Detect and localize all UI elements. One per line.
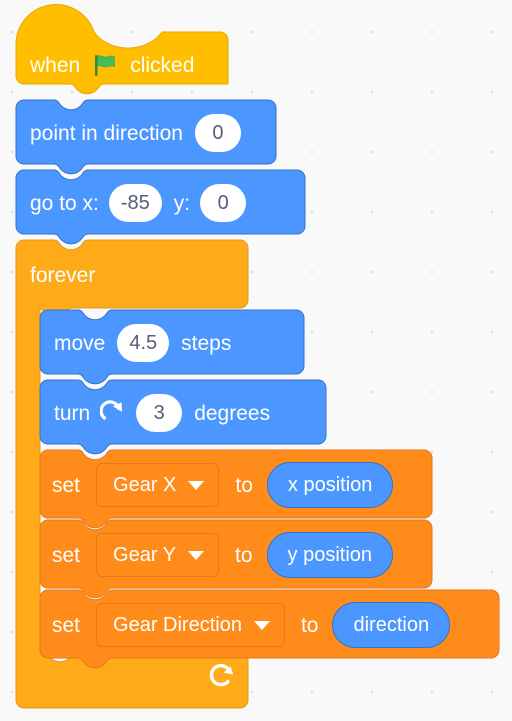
to-label: to	[235, 473, 253, 497]
point-in-direction-row: point in direction 0	[30, 114, 241, 152]
set-label: set	[52, 543, 81, 567]
loop-arrow-icon	[208, 663, 234, 690]
forever-label: forever	[30, 263, 96, 287]
degrees-label: degrees	[194, 401, 271, 425]
variable-name-gear-x: Gear X	[113, 473, 177, 496]
move-label: move	[54, 331, 106, 355]
reporter-x-position[interactable]: x position	[266, 462, 394, 508]
steps-input[interactable]: 4.5	[117, 324, 170, 362]
forever-row: forever	[30, 260, 95, 290]
point-in-direction-label: point in direction	[30, 121, 183, 145]
set-gear-y-row: set Gear Y to y position	[52, 532, 394, 578]
when-flag-clicked-row: when clicked	[30, 50, 194, 80]
variable-name-gear-y: Gear Y	[113, 543, 177, 566]
degrees-input[interactable]: 3	[136, 394, 183, 432]
set-label: set	[52, 613, 81, 637]
reporter-direction[interactable]: direction	[332, 602, 451, 648]
set-gear-direction-row: set Gear Direction to direction	[52, 602, 451, 648]
direction-input[interactable]: 0	[194, 114, 241, 152]
variable-dropdown-gear-direction[interactable]: Gear Direction	[96, 603, 285, 647]
block-workspace[interactable]: when clicked point in direction 0 go to …	[0, 0, 512, 721]
go-to-xy-row: go to x: -85 y: 0	[30, 184, 247, 222]
variable-dropdown-gear-y[interactable]: Gear Y	[96, 533, 220, 577]
chevron-down-icon	[253, 620, 270, 630]
reporter-y-position[interactable]: y position	[266, 532, 394, 578]
y-input[interactable]: 0	[200, 184, 247, 222]
turn-degrees-row: turn 3 degrees	[54, 394, 270, 432]
turn-clockwise-icon	[99, 400, 126, 426]
chevron-down-icon	[188, 480, 205, 490]
move-steps-row: move 4.5 steps	[54, 324, 231, 362]
variable-name-gear-direction: Gear Direction	[113, 613, 242, 636]
set-gear-x-row: set Gear X to x position	[52, 462, 394, 508]
turn-label: turn	[54, 401, 91, 425]
variable-dropdown-gear-x[interactable]: Gear X	[96, 463, 220, 507]
green-flag-icon	[92, 52, 118, 78]
go-to-y-label: y:	[173, 191, 191, 215]
to-label: to	[235, 543, 253, 567]
x-input[interactable]: -85	[108, 184, 162, 222]
steps-label: steps	[181, 331, 232, 355]
set-label: set	[52, 473, 81, 497]
go-to-x-label: go to x:	[30, 191, 99, 215]
clicked-label: clicked	[130, 53, 195, 77]
chevron-down-icon	[188, 550, 205, 560]
to-label: to	[300, 613, 319, 637]
when-label: when	[30, 53, 81, 77]
